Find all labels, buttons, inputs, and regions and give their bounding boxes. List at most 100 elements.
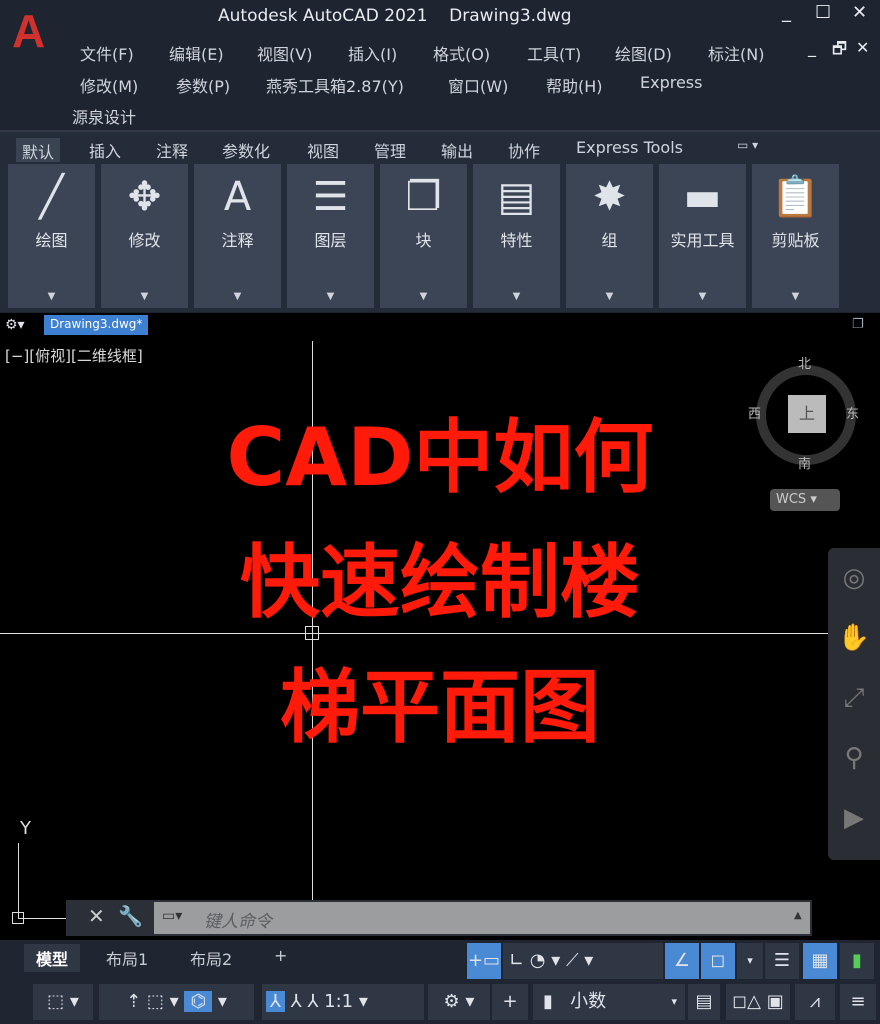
transparency-icon[interactable]: ▦	[803, 943, 837, 979]
layers-icon: ☰	[312, 174, 349, 220]
isolate-objects-icon[interactable]: ◻△ ▣	[726, 984, 790, 1020]
units-dropdown[interactable]: ▮ 小数 ▾	[533, 984, 685, 1020]
menu-tools[interactable]: 工具(T)	[527, 41, 581, 65]
tab-collaborate[interactable]: 协作	[508, 138, 540, 162]
compass-west[interactable]: 西	[748, 403, 761, 422]
graphics-performance-icon[interactable]: ⩘	[795, 984, 835, 1020]
ribbon-panels: ╱ 绘图 ▼ ✥ 修改 ▼ A 注释 ▼ ☰ 图层 ▼ ❐ 块 ▼ ▤ 特性 ▼ ✸ 组 ▼ ▬ 实用工具 ▼ 📋 剪贴板 ▼	[0, 162, 880, 312]
tab-output[interactable]: 输出	[441, 138, 473, 162]
menu-draw[interactable]: 绘图(D)	[615, 41, 672, 65]
viewcube-top[interactable]: 上	[788, 395, 826, 433]
close-button[interactable]: ✕	[852, 2, 867, 23]
isometric-icon[interactable]: ⬚ ▾	[33, 984, 93, 1020]
tab-annotate[interactable]: 注释	[156, 138, 188, 162]
tab-express-tools[interactable]: Express Tools	[576, 138, 683, 157]
command-input[interactable]: 键人命令	[154, 902, 810, 934]
nav-tools-icon[interactable]: ◎ ✋ ⤢ ⚲ ▶	[828, 548, 880, 848]
panel-expand-icon[interactable]: ▼	[8, 291, 95, 302]
menu-express[interactable]: Express	[640, 73, 702, 92]
add-layout-button[interactable]: +	[262, 944, 299, 967]
annotation-tools[interactable]: ⅄ ⅄ ⅄ 1:1 ▾	[262, 984, 424, 1020]
tile-windows-icon[interactable]: ❐	[852, 317, 864, 332]
tab-default[interactable]: 默认	[16, 138, 61, 164]
doc-restore-button[interactable]: 🗗	[832, 38, 847, 65]
panel-expand-icon[interactable]: ▼	[101, 291, 188, 302]
ribbon-panel-2[interactable]: A 注释 ▼	[194, 164, 281, 308]
wrench-icon[interactable]: 🔧	[118, 904, 143, 928]
ribbon-panel-4[interactable]: ❐ 块 ▼	[380, 164, 467, 308]
ribbon-panel-8[interactable]: 📋 剪贴板 ▼	[752, 164, 839, 308]
ucs-tools[interactable]: ⇡ ⬚ ▾ ⌬ ▾	[99, 984, 254, 1020]
menu-view[interactable]: 视图(V)	[257, 41, 312, 65]
layout-tab-1[interactable]: 布局1	[94, 944, 160, 972]
menu-dimension[interactable]: 标注(N)	[708, 41, 764, 65]
menu-insert[interactable]: 插入(I)	[348, 41, 397, 65]
navigation-bar[interactable]: ◎ ✋ ⤢ ⚲ ▶	[828, 548, 880, 860]
view-label[interactable]: [−][俯视][二维线框]	[5, 345, 143, 366]
menu-window[interactable]: 窗口(W)	[448, 73, 508, 97]
wcs-dropdown[interactable]: WCS ▾	[770, 489, 840, 511]
lineweight-icon[interactable]: ☰	[765, 943, 799, 979]
menu-modify[interactable]: 修改(M)	[80, 73, 138, 97]
ribbon-panel-6[interactable]: ✸ 组 ▼	[566, 164, 653, 308]
panel-label: 实用工具	[670, 231, 735, 250]
command-expand-icon[interactable]: ▲	[794, 910, 802, 921]
gear-icon[interactable]: ⚙▾	[5, 317, 25, 333]
workspace-gear-icon[interactable]: ⚙ ▾	[428, 984, 490, 1020]
doc-tab[interactable]: Drawing3.dwg*	[44, 315, 149, 335]
menu-edit[interactable]: 编辑(E)	[169, 41, 224, 65]
autocad-logo[interactable]: A	[12, 4, 45, 58]
ribbon-panel-1[interactable]: ✥ 修改 ▼	[101, 164, 188, 308]
menu-yanxiu[interactable]: 燕秀工具箱2.87(Y)	[266, 73, 404, 97]
move-icon: ✥	[127, 174, 162, 220]
compass-south[interactable]: 南	[798, 453, 811, 472]
panel-expand-icon[interactable]: ▼	[752, 291, 839, 302]
osnap-dropdown-icon[interactable]: ▾	[737, 943, 763, 979]
plus-icon[interactable]: +	[492, 984, 528, 1020]
ribbon-panel-5[interactable]: ▤ 特性 ▼	[473, 164, 560, 308]
minimize-button[interactable]: _	[782, 2, 791, 23]
ribbon-panel-0[interactable]: ╱ 绘图 ▼	[8, 164, 95, 308]
ribbon-minimize-icon[interactable]: ▭ ▾	[737, 138, 758, 152]
panel-label: 注释	[221, 231, 254, 250]
snap-tools[interactable]: ∟ ◔ ▾ ⟋ ▾	[503, 943, 663, 979]
model-space-icon[interactable]: +▭	[467, 943, 501, 979]
ribbon-panel-7[interactable]: ▬ 实用工具 ▼	[659, 164, 746, 308]
ucs-y-label: Y	[20, 818, 31, 839]
panel-expand-icon[interactable]: ▼	[194, 291, 281, 302]
ruler-icon: ▬	[683, 174, 722, 220]
layout-tab-2[interactable]: 布局2	[178, 944, 244, 972]
tab-insert[interactable]: 插入	[89, 138, 121, 162]
menu-file[interactable]: 文件(F)	[80, 41, 134, 65]
panel-expand-icon[interactable]: ▼	[380, 291, 467, 302]
ribbon-panel-3[interactable]: ☰ 图层 ▼	[287, 164, 374, 308]
close-command-icon[interactable]: ✕	[88, 904, 105, 928]
customization-menu-icon[interactable]: ≡	[840, 984, 876, 1020]
layout-tab-model[interactable]: 模型	[24, 944, 81, 972]
selection-cycling-icon[interactable]: ▮	[840, 943, 874, 979]
drawing-canvas[interactable]: ⚙▾ Drawing3.dwg* ❐ [−][俯视][二维线框] CAD中如何 …	[0, 313, 880, 940]
polar-icon[interactable]: ∠	[665, 943, 699, 979]
osnap-icon[interactable]: ◻	[701, 943, 735, 979]
panel-expand-icon[interactable]: ▼	[473, 291, 560, 302]
menu-yuanquan[interactable]: 源泉设计	[72, 104, 136, 128]
command-history-icon[interactable]: ▭▾	[162, 908, 182, 924]
compass-east[interactable]: 东	[846, 403, 859, 422]
panel-expand-icon[interactable]: ▼	[287, 291, 374, 302]
tab-parametric[interactable]: 参数化	[222, 138, 270, 162]
compass-north[interactable]: 北	[798, 353, 811, 372]
doc-close-button[interactable]: ✕	[856, 38, 869, 57]
tab-manage[interactable]: 管理	[374, 138, 406, 162]
doc-minimize-button[interactable]: _	[808, 38, 816, 57]
panel-expand-icon[interactable]: ▼	[659, 291, 746, 302]
ucs-origin	[12, 912, 24, 924]
quick-properties-icon[interactable]: ▤	[688, 984, 720, 1020]
panel-label: 剪贴板	[771, 231, 820, 250]
menu-help[interactable]: 帮助(H)	[546, 73, 603, 97]
tab-view[interactable]: 视图	[307, 138, 339, 162]
menu-format[interactable]: 格式(O)	[433, 41, 490, 65]
menu-parametric[interactable]: 参数(P)	[176, 73, 230, 97]
annotation-scale[interactable]: 1:1	[324, 991, 353, 1012]
panel-expand-icon[interactable]: ▼	[566, 291, 653, 302]
maximize-button[interactable]: ☐	[815, 2, 831, 23]
